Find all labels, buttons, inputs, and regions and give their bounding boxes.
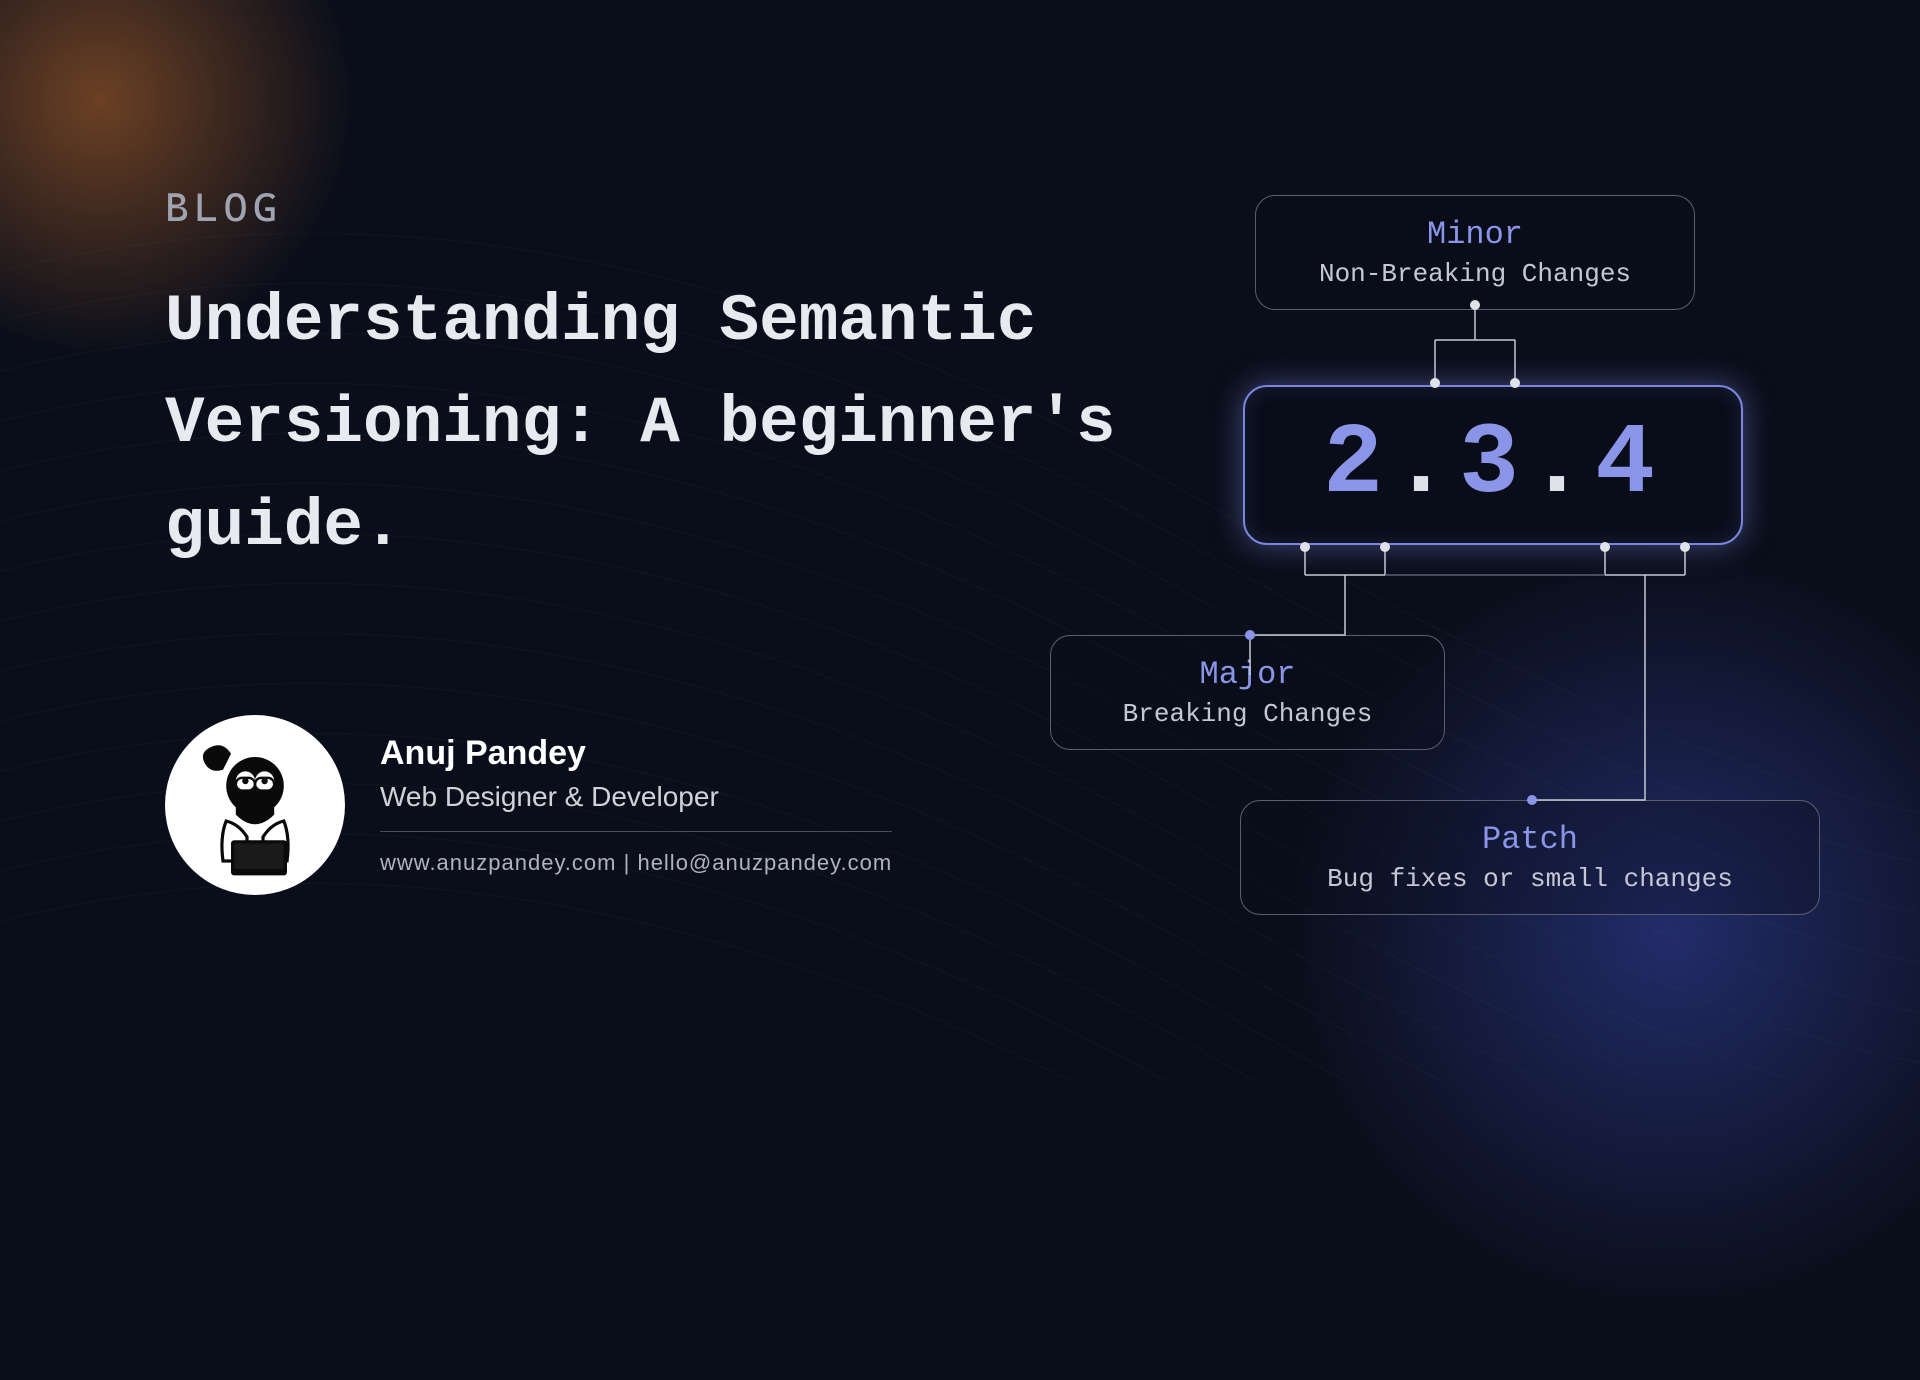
- version-text: 2.3.4: [1323, 409, 1663, 522]
- minor-sub: Non-Breaking Changes: [1286, 259, 1664, 289]
- dot-2: .: [1527, 409, 1595, 522]
- category-label: BLOG: [165, 185, 1135, 231]
- patch-sub: Bug fixes or small changes: [1271, 864, 1789, 894]
- content-block: BLOG Understanding Semantic Versioning: …: [165, 185, 1135, 578]
- major-title: Major: [1081, 656, 1414, 693]
- author-links: www.anuzpandey.com | hello@anuzpandey.co…: [380, 850, 892, 876]
- page-title: Understanding Semantic Versioning: A beg…: [165, 271, 1135, 578]
- author-name: Anuj Pandey: [380, 734, 892, 773]
- major-box: Major Breaking Changes: [1050, 635, 1445, 750]
- patch-box: Patch Bug fixes or small changes: [1240, 800, 1820, 915]
- author-role: Web Designer & Developer: [380, 781, 892, 832]
- author-block: Anuj Pandey Web Designer & Developer www…: [165, 715, 892, 895]
- minor-title: Minor: [1286, 216, 1664, 253]
- major-digit: 2: [1323, 409, 1391, 522]
- author-email: hello@anuzpandey.com: [637, 850, 892, 875]
- minor-digit: 3: [1459, 409, 1527, 522]
- major-sub: Breaking Changes: [1081, 699, 1414, 729]
- version-box: 2.3.4: [1243, 385, 1743, 545]
- semver-diagram: Minor Non-Breaking Changes 2.3.4 Major B…: [1005, 195, 1825, 935]
- dot-1: .: [1391, 409, 1459, 522]
- avatar-illustration: [175, 725, 335, 885]
- avatar: [165, 715, 345, 895]
- patch-digit: 4: [1595, 409, 1663, 522]
- author-info: Anuj Pandey Web Designer & Developer www…: [380, 734, 892, 876]
- minor-box: Minor Non-Breaking Changes: [1255, 195, 1695, 310]
- patch-title: Patch: [1271, 821, 1789, 858]
- author-website: www.anuzpandey.com: [380, 850, 617, 875]
- author-sep: |: [617, 850, 638, 875]
